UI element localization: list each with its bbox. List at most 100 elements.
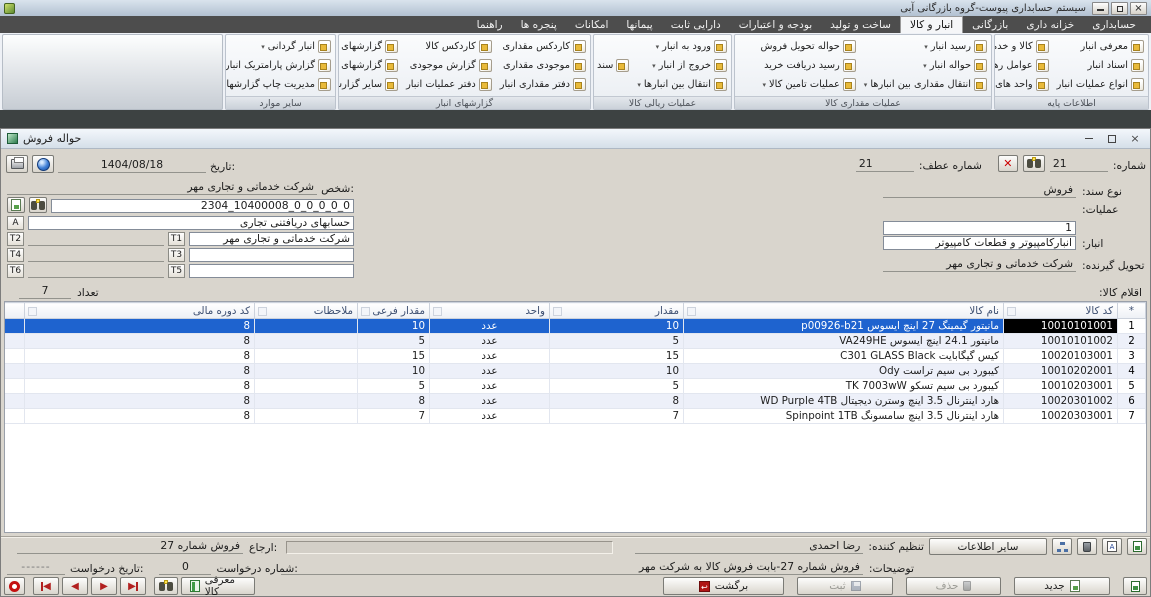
account-doc-button[interactable] [7, 197, 25, 213]
ref-number-field[interactable]: 21 [856, 157, 914, 172]
cell-name[interactable]: کیس گیگابایت C301 GLASS Black [684, 349, 1004, 364]
cell-name[interactable]: مانیتور گیمینگ 27 اینچ ایسوس p00926-b21 [684, 319, 1004, 334]
ribbon-item[interactable]: ورود به انبار▾ [637, 38, 727, 55]
cell-code[interactable]: 10020301002 [1004, 394, 1118, 409]
cell-qty[interactable]: 5 [550, 334, 684, 349]
relations-button[interactable] [1052, 538, 1072, 555]
ribbon-item[interactable]: انتقال بین انبارها▾ [637, 76, 727, 93]
cell-code[interactable]: 10010203001 [1004, 379, 1118, 394]
number-field[interactable]: 21 [1050, 157, 1108, 172]
ribbon-item[interactable]: کاردکس کالا [406, 38, 492, 55]
table-row[interactable]: 110010101001مانیتور گیمینگ 27 اینچ ایسوس… [4, 319, 1146, 334]
ribbon-item[interactable]: مدیریت چاپ گزارشها [225, 76, 331, 93]
ribbon-item[interactable]: گزارشهای مقداری انبار▾ [338, 38, 398, 55]
cell-period[interactable]: 8 [25, 349, 255, 364]
cell-sub[interactable]: 8 [358, 394, 430, 409]
cell-fill[interactable] [4, 349, 25, 364]
column-header-unit[interactable]: واحد [430, 303, 550, 319]
ribbon-item[interactable]: رسید انبار▾ [864, 38, 987, 55]
cell-notes[interactable] [255, 394, 358, 409]
detail-field-t1[interactable]: شرکت خدماتی و تجاری مهر [189, 232, 354, 246]
cell-qty[interactable]: 5 [550, 379, 684, 394]
cell-code[interactable]: 10010101002 [1004, 334, 1118, 349]
cell-name[interactable]: کیبورد بی سیم تسکو TK 7003wW [684, 379, 1004, 394]
preview-button[interactable]: A [1102, 538, 1122, 555]
cell-notes[interactable] [255, 379, 358, 394]
cell-period[interactable]: 8 [25, 319, 255, 334]
receiver-field[interactable]: شرکت خدماتی و تجاری مهر [883, 257, 1076, 272]
cell-fill[interactable] [4, 379, 25, 394]
column-header-name[interactable]: نام کالا [684, 303, 1004, 319]
export-button[interactable] [1127, 538, 1147, 555]
cell-fill[interactable] [4, 364, 25, 379]
ribbon-item[interactable]: کالا و خدمات [994, 38, 1049, 55]
nav-next-button[interactable]: ▶ [91, 577, 117, 595]
cell-sub[interactable]: 5 [358, 379, 430, 394]
table-row[interactable]: 610020301002هارد اینترنال 3.5 اینچ وسترن… [4, 394, 1146, 409]
column-header-period[interactable]: کد دوره مالی [25, 303, 255, 319]
cell-notes[interactable] [255, 319, 358, 334]
ribbon-item[interactable]: انبار گردانی▾ [225, 38, 331, 55]
doc-type-field[interactable]: فروش [883, 183, 1076, 198]
ribbon-item[interactable]: گزارش موجودی [406, 57, 492, 74]
cell-unit[interactable]: عدد [430, 409, 550, 424]
table-row[interactable]: 410010202001کیبورد بی سیم تراست Ody10عدد… [4, 364, 1146, 379]
menu-tab-10[interactable]: راهنما [468, 16, 512, 33]
ribbon-item[interactable]: سند تعدیل [593, 57, 629, 74]
cell-unit[interactable]: عدد [430, 349, 550, 364]
reference-field[interactable]: فروش شماره 27 [17, 539, 243, 554]
menu-tab-3[interactable]: انبار و کالا [900, 16, 963, 33]
cell-code[interactable]: 10010101001 [1004, 319, 1118, 334]
menu-tab-7[interactable]: پیمانها [617, 16, 661, 33]
ribbon-item[interactable]: حواله انبار▾ [864, 57, 987, 74]
menu-tab-0[interactable]: حسابداری [1083, 16, 1145, 33]
account-search-button[interactable] [29, 197, 47, 213]
table-row[interactable]: 5 10010203001کیبورد بی سیم تسکو TK 7003wW… [4, 379, 1146, 394]
cell-sub[interactable]: 15 [358, 349, 430, 364]
restore-button[interactable] [1111, 2, 1128, 15]
cell-name[interactable]: هارد اینترنال 3.5 اینچ وسترن دیجیتال WD … [684, 394, 1004, 409]
column-header-sub[interactable]: مقدار فرعی [358, 303, 430, 319]
detail-box-t5[interactable]: T5 [168, 264, 185, 278]
close-button[interactable]: × [1130, 2, 1147, 15]
cell-fill[interactable] [4, 409, 25, 424]
nav-prev-button[interactable]: ◀ [62, 577, 88, 595]
cell-qty[interactable]: 10 [550, 319, 684, 334]
menu-tab-5[interactable]: بودجه و اعتبارات [730, 16, 821, 33]
cell-qty[interactable]: 8 [550, 394, 684, 409]
items-table[interactable]: *کد کالانام کالامقدارواحدمقدار فرعیملاحظ… [4, 301, 1147, 533]
cell-period[interactable]: 8 [25, 394, 255, 409]
detail-box-t3[interactable]: T3 [168, 248, 185, 262]
description-field[interactable]: فروش شماره 27-بابت فروش کالا به شرکت مهر [281, 560, 863, 575]
ribbon-item[interactable]: واحد های شمارش [994, 76, 1049, 93]
calendar-button[interactable] [32, 155, 54, 173]
ribbon-item[interactable]: معرفی انبار [1057, 38, 1144, 55]
attachment-button[interactable] [1077, 538, 1097, 555]
column-header-notes[interactable]: ملاحظات [255, 303, 358, 319]
cell-code[interactable]: 10020303001 [1004, 409, 1118, 424]
ribbon-item[interactable]: حواله تحویل فروش [760, 38, 855, 55]
table-row[interactable]: 310020103001کیس گیگابایت C301 GLASS Blac… [4, 349, 1146, 364]
account-code-field[interactable]: 2304_10400008_0_0_0_0_0 [51, 199, 354, 213]
menu-tab-2[interactable]: بازرگانی [963, 16, 1017, 33]
detail-field-t3[interactable] [189, 248, 354, 262]
detail-box-t2[interactable]: T2 [7, 232, 24, 246]
ribbon-item[interactable]: گزارشهای ریالی انبار▾ [338, 57, 398, 74]
dialog-maximize-icon[interactable] [1103, 131, 1121, 146]
cell-fill[interactable] [4, 319, 25, 334]
intro-item-button[interactable]: معرفی کالا [181, 577, 255, 595]
cell-name[interactable]: مانیتور 24.1 اینچ ایسوس VA249HE [684, 334, 1004, 349]
ribbon-item[interactable]: خروج از انبار▾ [637, 57, 727, 74]
cell-unit[interactable]: عدد [430, 364, 550, 379]
ribbon-item[interactable]: سایر گزارشها▾ [338, 76, 398, 93]
menu-tab-9[interactable]: پنجره ها [512, 16, 566, 33]
account-name-field[interactable]: حسابهای دریافتنی تجاری [28, 216, 354, 230]
ribbon-item[interactable]: عملیات تامین کالا▾ [760, 76, 855, 93]
cell-period[interactable]: 8 [25, 379, 255, 394]
menu-tab-8[interactable]: امکانات [566, 16, 618, 33]
cell-code[interactable]: 10020103001 [1004, 349, 1118, 364]
ribbon-item[interactable]: دفتر مقداری انبار [500, 76, 586, 93]
menu-tab-6[interactable]: دارایی ثابت [662, 16, 730, 33]
detail-field-t2[interactable] [28, 231, 164, 246]
cell-sub[interactable]: 10 [358, 364, 430, 379]
